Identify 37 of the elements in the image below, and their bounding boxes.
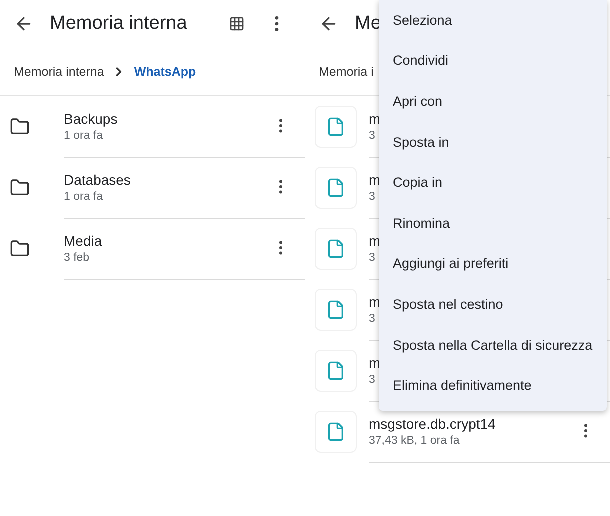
- file-icon: [326, 360, 346, 380]
- file-details: 37,43 kB, 1 ora fa: [369, 434, 460, 446]
- folder-icon: [10, 116, 30, 136]
- file-name[interactable]: msgstore.db.crypt14: [369, 416, 496, 432]
- file-icon: [326, 116, 346, 136]
- file-details: 3: [369, 130, 376, 142]
- grid-view-icon[interactable]: [229, 16, 245, 32]
- window-title: Memoria interna: [50, 13, 188, 35]
- breadcrumb-item[interactable]: WhatsApp: [134, 64, 196, 78]
- file-details: 3: [369, 374, 376, 386]
- menu-item[interactable]: Sposta nel cestino: [379, 284, 607, 325]
- menu-item[interactable]: Condividi: [379, 40, 607, 82]
- file-icon: [326, 178, 346, 198]
- folder-name[interactable]: Backups: [64, 110, 118, 126]
- folder-icon: [10, 238, 30, 258]
- file-details: 3: [369, 252, 376, 264]
- menu-item[interactable]: Rinomina: [379, 202, 607, 244]
- folder-date: 3 feb: [64, 252, 90, 264]
- file-details: 3: [369, 312, 376, 324]
- file-details: 3: [369, 190, 376, 202]
- folder-icon: [10, 178, 30, 198]
- breadcrumb-item[interactable]: Memoria interna: [14, 64, 104, 78]
- menu-item[interactable]: Sposta nella Cartella di sicurezza: [379, 324, 607, 366]
- menu-item[interactable]: Elimina definitivamente: [379, 365, 607, 406]
- file-icon: [326, 422, 346, 442]
- breadcrumb-item[interactable]: Memoria i: [319, 64, 374, 78]
- menu-item[interactable]: Aggiungi ai preferiti: [379, 244, 607, 284]
- folder-date: 1 ora fa: [64, 190, 103, 202]
- file-icon: [326, 238, 346, 258]
- file-icon: [326, 300, 346, 320]
- folder-name[interactable]: Databases: [64, 172, 131, 188]
- menu-item[interactable]: Seleziona: [379, 0, 607, 41]
- menu-item[interactable]: Apri con: [379, 81, 607, 122]
- menu-item[interactable]: Sposta in: [379, 122, 607, 162]
- menu-item[interactable]: Copia in: [379, 162, 607, 203]
- folder-name[interactable]: Media: [64, 232, 102, 248]
- folder-date: 1 ora fa: [64, 130, 103, 142]
